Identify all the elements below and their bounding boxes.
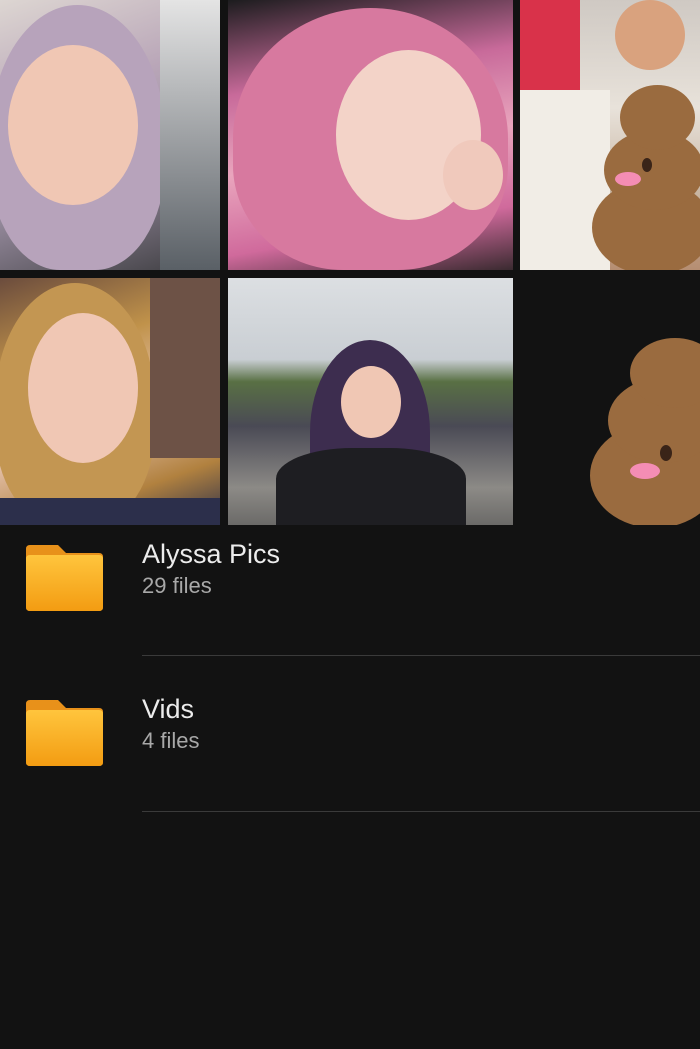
photo-thumbnail[interactable] xyxy=(520,0,700,270)
sticker-icon xyxy=(590,323,700,525)
folder-row[interactable]: Vids 4 files xyxy=(0,680,700,836)
folder-file-count: 29 files xyxy=(142,573,212,598)
folder-icon xyxy=(26,700,103,766)
folder-name: Alyssa Pics xyxy=(142,539,281,569)
photo-thumbnail[interactable] xyxy=(520,278,700,525)
photo-thumbnail[interactable] xyxy=(228,278,513,525)
sticker-icon xyxy=(582,60,700,270)
divider xyxy=(142,811,700,812)
folder-file-count: 4 files xyxy=(142,728,200,753)
photo-thumbnail[interactable] xyxy=(0,278,220,525)
photo-thumbnail[interactable] xyxy=(228,0,513,270)
folder-icon xyxy=(26,545,103,611)
folder-row[interactable]: Alyssa Pics 29 files xyxy=(0,525,700,681)
photo-thumbnail[interactable] xyxy=(0,0,220,270)
folder-name: Vids xyxy=(142,694,195,724)
photo-grid xyxy=(0,0,700,525)
divider xyxy=(142,655,700,656)
